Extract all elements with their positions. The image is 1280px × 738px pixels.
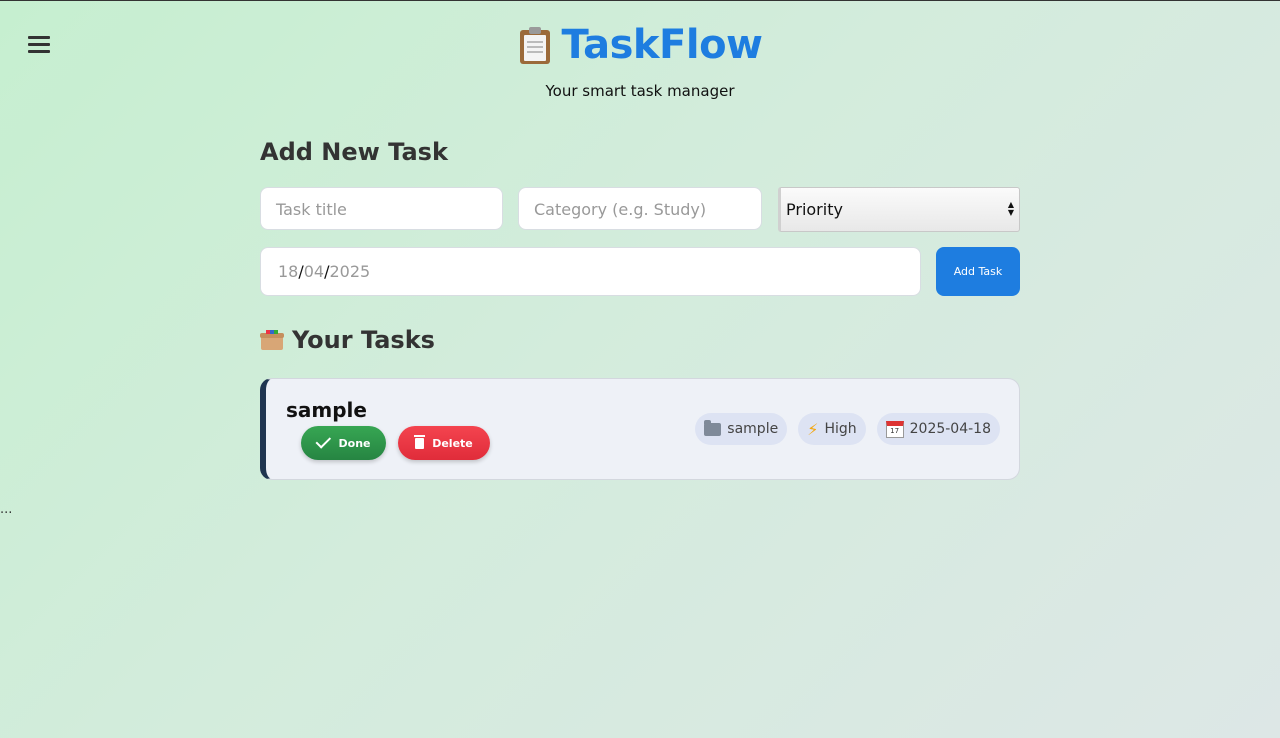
check-icon	[315, 433, 331, 449]
app-title: TaskFlow	[561, 22, 764, 68]
done-button[interactable]: Done	[301, 426, 386, 460]
box-icon	[260, 330, 284, 350]
select-arrows-icon: ▲ ▼	[1007, 200, 1014, 217]
date-month: 04	[303, 262, 325, 281]
app-subtitle: Your smart task manager	[545, 82, 735, 100]
lightning-icon: ⚡	[807, 419, 819, 439]
ellipsis-text: ...	[0, 502, 13, 517]
priority-select-value: Priority	[786, 200, 843, 219]
app-header: TaskFlow Your smart task manager	[0, 22, 1280, 100]
category-badge: sample	[695, 413, 788, 445]
priority-select[interactable]: Priority ▲ ▼	[778, 187, 1020, 232]
delete-label: Delete	[432, 436, 473, 450]
category-badge-label: sample	[727, 421, 779, 437]
folder-icon	[704, 419, 722, 436]
task-title: sample	[286, 398, 367, 422]
task-date-row: 18/04/2025 Add Task	[260, 247, 1020, 296]
due-date-badge: 17 2025-04-18	[876, 413, 1000, 445]
trash-icon	[414, 434, 426, 449]
add-task-heading: Add New Task	[260, 138, 448, 166]
clipboard-icon	[518, 26, 552, 64]
tasks-heading-label: Your Tasks	[292, 326, 435, 354]
task-title-input[interactable]: Task title	[260, 187, 503, 230]
delete-button[interactable]: Delete	[398, 426, 490, 460]
done-label: Done	[338, 436, 371, 450]
tasks-heading: Your Tasks	[260, 326, 435, 354]
task-form-row: Task title Category (e.g. Study) Priorit…	[260, 187, 1020, 232]
task-card: sample Done Delete sample ⚡ High 17 2025…	[260, 378, 1020, 480]
date-day: 18	[278, 262, 299, 281]
due-date-input[interactable]: 18/04/2025	[260, 247, 921, 296]
top-border	[0, 0, 1280, 1]
main-content: Add New Task Task title Category (e.g. S…	[260, 138, 1020, 480]
category-input[interactable]: Category (e.g. Study)	[518, 187, 762, 230]
due-date-badge-label: 2025-04-18	[909, 421, 991, 437]
task-tags: sample ⚡ High 17 2025-04-18	[695, 413, 1000, 445]
add-task-button[interactable]: Add Task	[936, 247, 1020, 296]
priority-badge: ⚡ High	[798, 413, 866, 445]
calendar-icon: 17	[885, 420, 904, 438]
date-year: 2025	[329, 262, 371, 281]
priority-badge-label: High	[824, 421, 857, 437]
